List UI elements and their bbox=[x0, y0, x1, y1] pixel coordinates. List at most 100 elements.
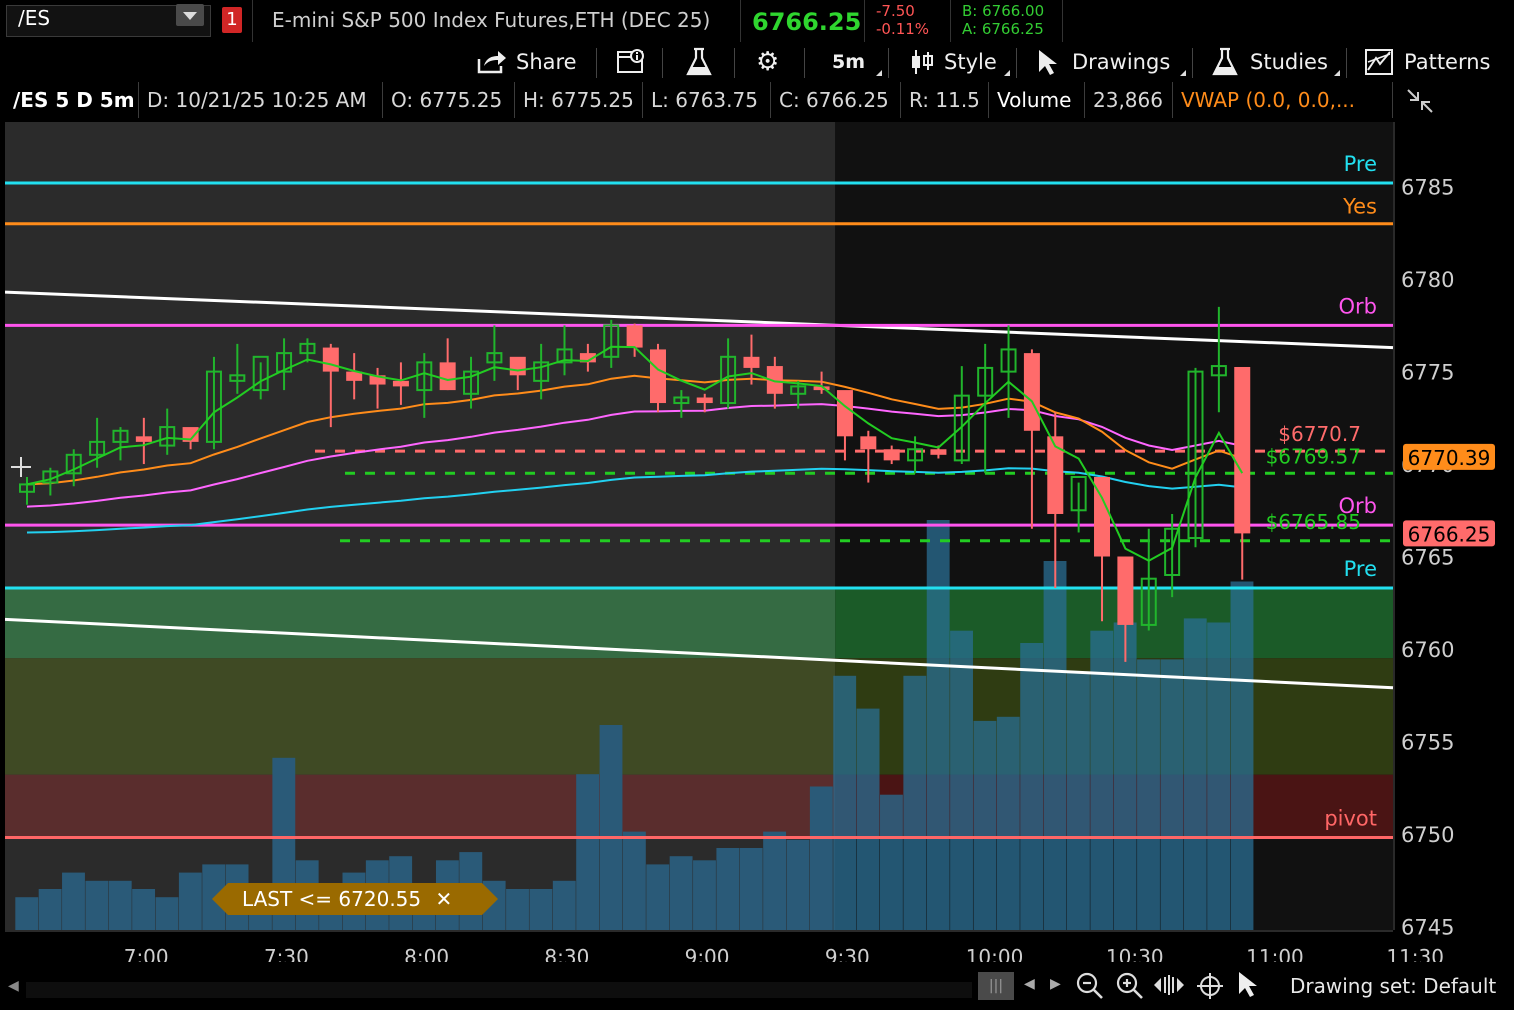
volume-bar bbox=[880, 794, 903, 930]
volume-bar bbox=[1113, 622, 1137, 930]
crosshair-icon[interactable] bbox=[1196, 972, 1224, 1000]
ask-price: A: 6766.25 bbox=[962, 20, 1044, 38]
volume-bar bbox=[1020, 643, 1044, 930]
volume-bar bbox=[1137, 659, 1160, 930]
separator bbox=[1016, 48, 1017, 78]
bar-range: R: 11.5 bbox=[901, 82, 989, 118]
dashed-level-label: $6765.85 bbox=[1266, 510, 1361, 534]
price-tag-label: 6766.25 bbox=[1408, 522, 1491, 546]
bar-close: C: 6766.25 bbox=[771, 82, 901, 118]
separator bbox=[888, 48, 889, 78]
volume-bar bbox=[973, 720, 997, 930]
support-zone-olive bbox=[5, 658, 836, 775]
separator bbox=[252, 0, 253, 42]
volume-bar bbox=[622, 831, 646, 930]
candle-body bbox=[649, 349, 666, 404]
time-axis-tick-label: 7:30 bbox=[264, 945, 309, 962]
bar-high: H: 6775.25 bbox=[515, 82, 643, 118]
candle-style-icon bbox=[912, 50, 933, 74]
scroll-right-icon[interactable]: ▶ bbox=[1050, 976, 1061, 992]
scroll-left-arrow-icon[interactable]: ◀ bbox=[8, 978, 19, 994]
chart-info-bar: /ES 5 D 5m D: 10/21/25 10:25 AM O: 6775.… bbox=[5, 82, 1393, 120]
volume-bar bbox=[739, 848, 763, 930]
price-axis-tick-label: 6765 bbox=[1401, 546, 1454, 570]
volume-label: Volume bbox=[989, 82, 1085, 118]
price-tag-label: 6770.39 bbox=[1408, 446, 1491, 470]
net-change: -7.50 -0.11% bbox=[876, 2, 929, 38]
pointer-icon[interactable] bbox=[1236, 970, 1260, 1000]
candle-body bbox=[439, 362, 456, 391]
volume-bar bbox=[529, 889, 553, 930]
price-alert-tag[interactable]: LAST <= 6720.55 ✕ bbox=[211, 883, 499, 915]
timeframe-label: 5m bbox=[832, 51, 866, 73]
time-axis-tick-label: 9:30 bbox=[825, 945, 870, 962]
separator bbox=[1192, 48, 1193, 78]
alert-close-icon[interactable]: ✕ bbox=[436, 887, 453, 911]
volume-bar bbox=[903, 675, 927, 930]
info-icon bbox=[617, 49, 644, 73]
alert-text: LAST <= 6720.55 bbox=[242, 887, 422, 911]
bar-low: L: 6763.75 bbox=[643, 82, 771, 118]
time-axis-tick-label: 10:30 bbox=[1106, 945, 1164, 962]
horizontal-scrollbar-track[interactable] bbox=[26, 982, 972, 998]
candle-body bbox=[1117, 556, 1134, 625]
expand-collapse-button[interactable] bbox=[1404, 86, 1436, 120]
volume-bar bbox=[716, 848, 740, 930]
info-button[interactable] bbox=[616, 46, 646, 78]
link-group-badge[interactable]: 1 bbox=[222, 7, 242, 33]
time-axis-tick-label: 10:00 bbox=[966, 945, 1024, 962]
fit-bars-icon[interactable] bbox=[1152, 972, 1186, 998]
instrument-description: E-mini S&P 500 Index Futures,ETH (DEC 25… bbox=[272, 8, 711, 32]
volume-bar bbox=[155, 897, 179, 930]
collapse-arrows-icon bbox=[1407, 89, 1433, 113]
scroll-left-icon[interactable]: ◀ bbox=[1024, 976, 1035, 992]
price-chart[interactable]: PreYesOrbOrbPrepivot$6770.7$6769.57$6765… bbox=[5, 122, 1514, 962]
scrollbar-thumb[interactable]: ||| bbox=[978, 972, 1014, 1000]
volume-bar bbox=[178, 872, 202, 930]
flask-button[interactable] bbox=[684, 46, 714, 78]
time-axis-tick-label: 11:00 bbox=[1246, 945, 1304, 962]
flask-icon bbox=[686, 47, 712, 76]
volume-bar bbox=[1183, 618, 1207, 930]
time-axis-tick-label: 8:30 bbox=[544, 945, 589, 962]
patterns-button[interactable]: Patterns bbox=[1364, 46, 1491, 78]
separator bbox=[804, 48, 805, 78]
separator bbox=[1346, 48, 1347, 78]
level-label: Pre bbox=[1344, 557, 1377, 581]
volume-bar bbox=[809, 786, 833, 930]
volume-bar bbox=[599, 725, 623, 930]
bid-ask: B: 6766.00 A: 6766.25 bbox=[962, 2, 1044, 38]
candle-body bbox=[1023, 353, 1040, 431]
drawing-set-label[interactable]: Drawing set: Default bbox=[1290, 974, 1496, 998]
studies-label: Studies bbox=[1250, 50, 1328, 74]
studies-flask-icon bbox=[1212, 47, 1238, 76]
style-button[interactable]: Style bbox=[908, 46, 997, 78]
volume-value: 23,866 bbox=[1085, 82, 1173, 118]
level-label: Pre bbox=[1344, 152, 1377, 176]
volume-bar bbox=[506, 889, 529, 930]
volume-bar bbox=[1160, 659, 1184, 930]
share-button[interactable]: Share bbox=[476, 46, 577, 78]
settings-button[interactable]: ⚙ bbox=[756, 46, 779, 78]
candle-body bbox=[322, 347, 339, 372]
separator bbox=[864, 0, 865, 42]
volume-bar bbox=[62, 872, 85, 930]
bar-open: O: 6775.25 bbox=[383, 82, 515, 118]
patterns-label: Patterns bbox=[1404, 50, 1491, 74]
zoom-out-icon[interactable] bbox=[1074, 970, 1104, 1000]
timeframe-button[interactable]: 5m bbox=[832, 46, 865, 78]
gear-icon: ⚙ bbox=[756, 47, 780, 77]
symbol-dropdown-button[interactable] bbox=[176, 4, 204, 26]
separator bbox=[596, 48, 597, 78]
time-axis-tick-label: 8:00 bbox=[404, 945, 449, 962]
share-icon bbox=[477, 51, 506, 74]
last-price: 6766.25 bbox=[752, 8, 862, 36]
volume-bar bbox=[926, 520, 950, 930]
pivot-zone-red bbox=[5, 774, 836, 838]
volume-bar bbox=[833, 675, 857, 930]
vwap-study-label[interactable]: VWAP (0.0, 0.0,... bbox=[1173, 82, 1393, 118]
studies-button[interactable]: Studies bbox=[1210, 46, 1328, 78]
dashed-level-label: $6769.57 bbox=[1266, 444, 1361, 468]
zoom-in-icon[interactable] bbox=[1114, 970, 1144, 1000]
drawings-button[interactable]: Drawings bbox=[1036, 46, 1170, 78]
